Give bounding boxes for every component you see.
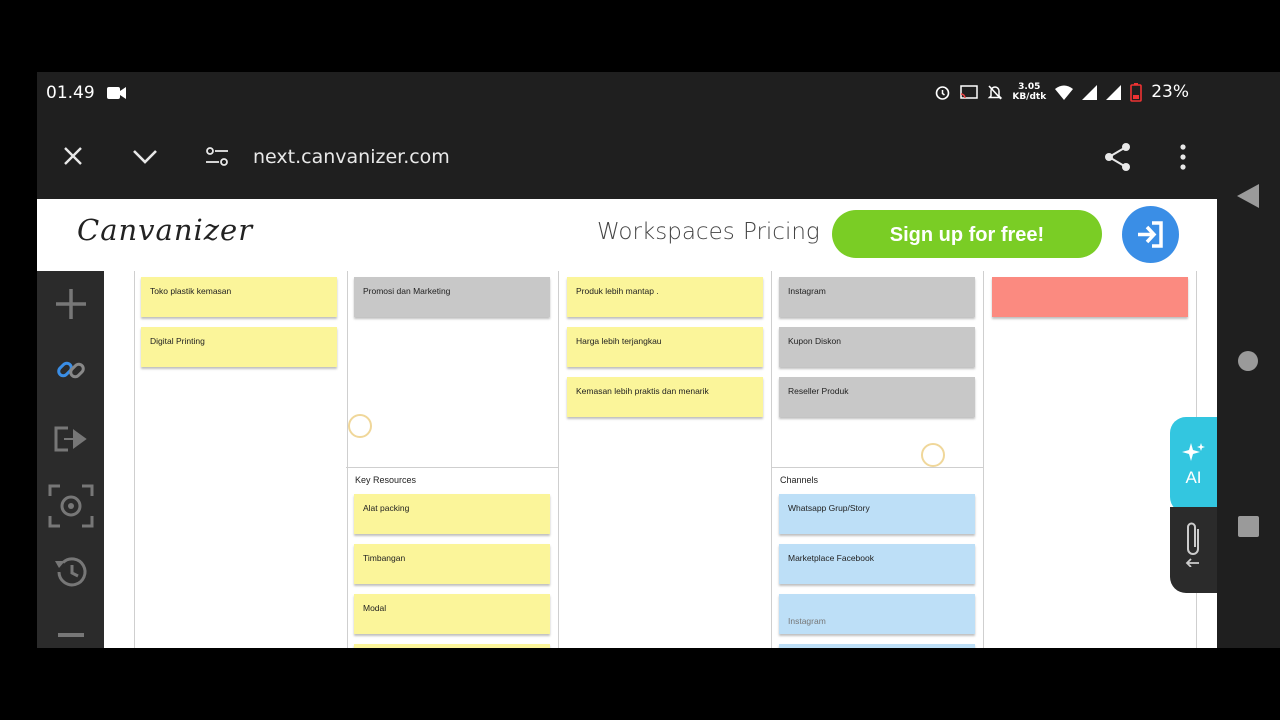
sticky-note[interactable]: Toko plastik kemasan [141, 277, 337, 317]
signup-button[interactable]: Sign up for free! [832, 210, 1102, 258]
add-tool[interactable] [37, 279, 104, 329]
phone-screen: 01.49 3.05 KB/dtk 23% next.canvanizer.com… [37, 72, 1217, 648]
nav-workspaces[interactable]: Workspaces [597, 219, 735, 245]
signal-icon [1082, 84, 1098, 100]
web-page: Canvanizer Workspaces Pricing Sign up fo… [37, 199, 1217, 648]
sticky-note[interactable]: Reseller Produk [779, 377, 975, 417]
site-header: Canvanizer Workspaces Pricing Sign up fo… [37, 199, 1217, 271]
back-icon[interactable] [1237, 184, 1259, 208]
chevron-down-icon[interactable] [132, 149, 158, 165]
ai-assistant-tab[interactable]: AI [1170, 417, 1217, 513]
status-icons: 3.05 KB/dtk 23% [934, 82, 1189, 102]
login-button[interactable] [1122, 206, 1179, 263]
zoom-out-tool[interactable] [37, 611, 104, 648]
minus-icon [57, 633, 84, 637]
cast-icon [960, 85, 979, 99]
ai-tab-label: AI [1185, 468, 1202, 487]
sticky-note[interactable]: Marketplace Facebook [779, 544, 975, 584]
focus-tool[interactable] [37, 481, 104, 531]
sticky-note[interactable]: Produk lebih mantap . [567, 277, 763, 317]
more-menu-icon[interactable] [1179, 144, 1187, 170]
signal-icon-2 [1106, 84, 1122, 100]
column-customer-segments [983, 271, 1197, 648]
section-label-channels: Channels [780, 475, 819, 485]
home-icon[interactable] [1237, 350, 1259, 372]
battery-percent: 23% [1151, 82, 1189, 102]
status-time: 01.49 [46, 83, 95, 103]
sticky-note[interactable]: Kupon Diskon [779, 327, 975, 367]
sticky-note[interactable]: Kemasan lebih praktis dan menarik [567, 377, 763, 417]
sticky-note[interactable]: Promosi dan Marketing [354, 277, 550, 317]
recents-icon[interactable] [1238, 516, 1259, 537]
canvas-board[interactable]: Toko plastik kemasan Digital Printing Pr… [104, 271, 1217, 648]
system-nav-bar [1217, 72, 1280, 648]
url-text[interactable]: next.canvanizer.com [253, 146, 450, 168]
target-icon [48, 484, 93, 528]
sticky-note[interactable] [992, 277, 1188, 317]
sticky-note[interactable]: Harga lebih terjangkau [567, 327, 763, 367]
sticky-note[interactable]: Timbangan [354, 544, 550, 584]
nav-pricing[interactable]: Pricing [743, 219, 820, 245]
sparkle-icon [1181, 443, 1205, 461]
export-icon [54, 426, 87, 452]
share-icon[interactable] [1103, 142, 1133, 172]
site-logo[interactable]: Canvanizer [77, 213, 253, 247]
sticky-note[interactable]: Instagram [779, 277, 975, 317]
canvas-toolbar [37, 271, 104, 648]
plus-icon [55, 289, 86, 319]
attachment-tab[interactable] [1170, 507, 1217, 593]
touch-indicator [921, 443, 945, 467]
battery-icon [1130, 82, 1143, 102]
touch-indicator [348, 414, 372, 438]
browser-toolbar: next.canvanizer.com [37, 116, 1217, 199]
sticky-note[interactable]: Alat packing [354, 494, 550, 534]
sticky-note[interactable]: Whatsapp Grup/Story [779, 494, 975, 534]
mute-bell-icon [988, 84, 1003, 100]
section-label-key-resources: Key Resources [355, 475, 417, 485]
sticky-note-partial[interactable] [354, 644, 550, 648]
sticky-note[interactable]: Modal [354, 594, 550, 634]
video-camera-icon [107, 87, 126, 99]
column-key-activities [346, 271, 559, 648]
status-bar: 01.49 3.05 KB/dtk 23% [37, 72, 1217, 116]
paperclip-icon [1185, 522, 1199, 567]
alarm-icon [936, 85, 950, 100]
sticky-note[interactable]: Digital Printing [141, 327, 337, 367]
history-icon [54, 557, 86, 587]
network-speed: 3.05 KB/dtk [1012, 82, 1047, 102]
link-icon [56, 361, 85, 379]
wifi-icon [1055, 85, 1074, 100]
history-tool[interactable] [37, 547, 104, 597]
sticky-note-partial[interactable] [779, 644, 975, 648]
export-tool[interactable] [37, 414, 104, 464]
close-icon[interactable] [63, 146, 83, 166]
site-settings-icon[interactable] [205, 146, 229, 168]
divider-line [771, 467, 983, 468]
divider-line [346, 467, 558, 468]
sticky-note[interactable]: Instagram [779, 594, 975, 634]
link-tool[interactable] [37, 345, 104, 395]
login-icon [1138, 221, 1163, 248]
